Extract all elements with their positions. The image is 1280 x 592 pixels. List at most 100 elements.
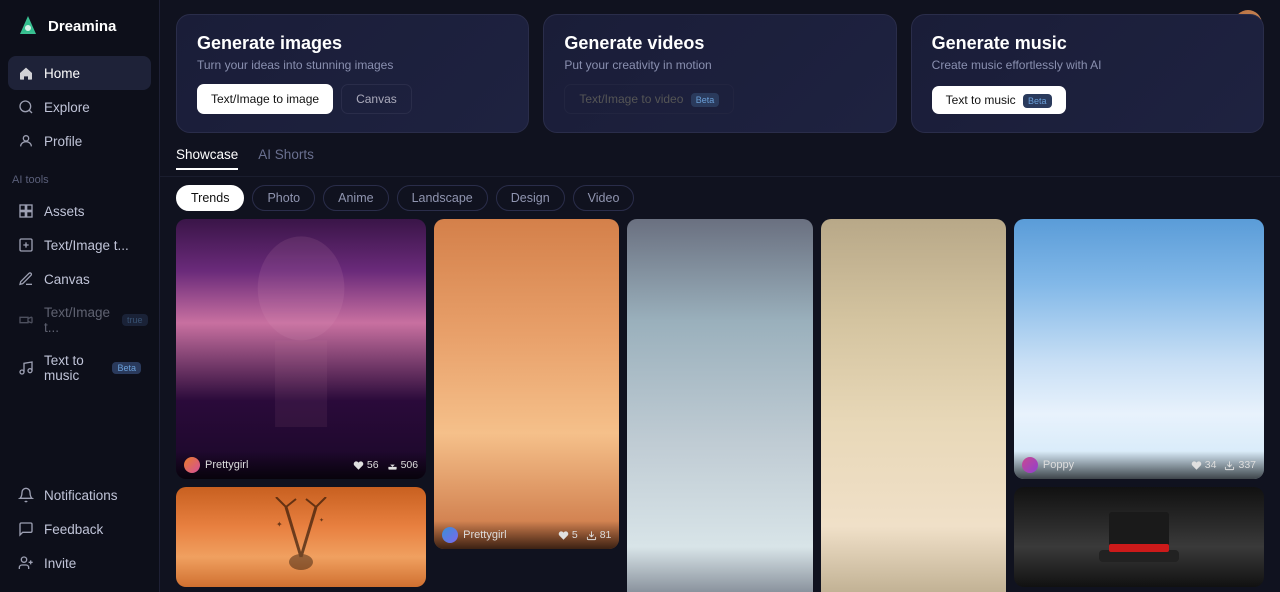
svg-text:✦: ✦: [276, 520, 283, 529]
anime-girl-user: Poppy: [1022, 457, 1074, 473]
robot-girl-overlay: Prettygirl 56 506: [176, 451, 426, 479]
invite-icon: [18, 555, 34, 571]
sidebar-item-assets[interactable]: Assets: [8, 194, 151, 228]
video-beta-tag: Beta: [691, 93, 720, 107]
anime-girl-likes: 34: [1191, 459, 1217, 471]
robot-girl-likes: 56: [353, 459, 379, 471]
grid-item-deer[interactable]: ✦ ✦: [176, 487, 426, 587]
hero-music-btns: Text to music Beta: [932, 86, 1243, 114]
robot-girl-downloads: 506: [387, 459, 419, 471]
cat-bike-likes: 5: [558, 529, 578, 541]
filter-video[interactable]: Video: [573, 185, 635, 211]
heart-icon: [353, 460, 364, 471]
hero-videos-desc: Put your creativity in motion: [564, 58, 875, 72]
deer-art: ✦ ✦: [271, 497, 331, 577]
textimage-icon2: [18, 312, 34, 328]
download-icon5: [1224, 460, 1235, 471]
download-icon: [387, 460, 398, 471]
beta-badge-music: Beta: [112, 362, 141, 374]
text-to-music-button[interactable]: Text to music Beta: [932, 86, 1066, 114]
sidebar-item-text-to-music[interactable]: Text to music Beta: [8, 344, 151, 392]
grid-item-tiger[interactable]: elamenoor 46 502: [821, 219, 1006, 592]
app-name: Dreamina: [48, 18, 116, 35]
tools-nav: Assets Text/Image t... Canvas Text/Image…: [0, 190, 159, 396]
sidebar-item-notifications[interactable]: Notifications: [8, 478, 151, 512]
filter-design[interactable]: Design: [496, 185, 565, 211]
anime-girl-overlay: Poppy 34 337: [1014, 451, 1264, 479]
hero-card-music: Generate music Create music effortlessly…: [911, 14, 1264, 133]
svg-text:✦: ✦: [319, 517, 324, 524]
explore-icon: [18, 99, 34, 115]
robot-girl-user: Prettygirl: [184, 457, 248, 473]
sidebar-item-canvas[interactable]: Canvas: [8, 262, 151, 296]
filter-trends[interactable]: Trends: [176, 185, 244, 211]
sidebar-item-feedback[interactable]: Feedback: [8, 512, 151, 546]
hero-section: Generate images Turn your ideas into stu…: [160, 0, 1280, 143]
music-icon: [18, 360, 34, 376]
sidebar-item-invite[interactable]: Invite: [8, 546, 151, 580]
anime-girl-downloads: 337: [1224, 459, 1256, 471]
sidebar-item-textimage2[interactable]: Text/Image t... true: [8, 296, 151, 344]
hero-music-desc: Create music effortlessly with AI: [932, 58, 1243, 72]
grid-col-0: Prettygirl 56 506: [176, 219, 426, 584]
main-nav: Home Explore Profile: [0, 52, 159, 162]
sidebar-item-profile[interactable]: Profile: [8, 124, 151, 158]
assets-icon: [18, 203, 34, 219]
hero-music-title: Generate music: [932, 33, 1243, 54]
grid-col-2: Lemon531 3 18: [627, 219, 812, 584]
filter-pills: Trends Photo Anime Landscape Design Vide…: [160, 177, 1280, 219]
filter-anime[interactable]: Anime: [323, 185, 388, 211]
download-icon2: [586, 530, 597, 541]
robot-girl-avatar: [184, 457, 200, 473]
tab-showcase[interactable]: Showcase: [176, 147, 238, 170]
tab-ai-shorts[interactable]: AI Shorts: [258, 147, 314, 170]
app-logo[interactable]: Dreamina: [0, 0, 159, 52]
grid-col-4: Poppy 34 337: [1014, 219, 1264, 584]
hero-card-images: Generate images Turn your ideas into stu…: [176, 14, 529, 133]
grid-item-bride[interactable]: Lemon531 3 18: [627, 219, 812, 592]
grid-item-anime-girl[interactable]: Poppy 34 337: [1014, 219, 1264, 479]
bottom-nav: Notifications Feedback Invite: [0, 474, 159, 592]
anime-girl-avatar: [1022, 457, 1038, 473]
cat-bike-stats: 5 81: [558, 529, 612, 541]
heart-icon5: [1191, 460, 1202, 471]
grid-item-cat-bike[interactable]: Prettygirl 5 81: [434, 219, 619, 549]
text-image-to-video-button[interactable]: Text/Image to video Beta: [564, 84, 734, 114]
heart-icon2: [558, 530, 569, 541]
cat-bike-overlay: Prettygirl 5 81: [434, 521, 619, 549]
anime-girl-stats: 34 337: [1191, 459, 1256, 471]
hat-art: [1099, 502, 1179, 572]
sidebar-item-explore[interactable]: Explore: [8, 90, 151, 124]
grid-item-hat[interactable]: [1014, 487, 1264, 587]
cat-bike-downloads: 81: [586, 529, 612, 541]
filter-landscape[interactable]: Landscape: [397, 185, 488, 211]
bell-icon: [18, 487, 34, 503]
home-icon: [18, 65, 34, 81]
hero-videos-btns: Text/Image to video Beta: [564, 84, 875, 114]
sidebar-item-textimage[interactable]: Text/Image t...: [8, 228, 151, 262]
image-grid: Prettygirl 56 506: [160, 219, 1280, 592]
music-beta-tag: Beta: [1023, 94, 1052, 108]
sidebar-item-home[interactable]: Home: [8, 56, 151, 90]
cat-bike-user: Prettygirl: [442, 527, 506, 543]
grid-col-3: elamenoor 46 502: [821, 219, 1006, 584]
cat-bike-avatar: [442, 527, 458, 543]
hero-videos-title: Generate videos: [564, 33, 875, 54]
text-image-to-image-button[interactable]: Text/Image to image: [197, 84, 333, 114]
feedback-icon: [18, 521, 34, 537]
robot-girl-stats: 56 506: [353, 459, 418, 471]
grid-item-robot-girl[interactable]: Prettygirl 56 506: [176, 219, 426, 479]
filter-photo[interactable]: Photo: [252, 185, 315, 211]
hero-images-btns: Text/Image to image Canvas: [197, 84, 508, 114]
grid-col-1: Prettygirl 5 81: [434, 219, 619, 584]
ai-tools-label: AI tools: [0, 162, 159, 190]
canvas-button[interactable]: Canvas: [341, 84, 412, 114]
main-content: 0 Generate images Turn your ideas into s…: [160, 0, 1280, 592]
hero-images-title: Generate images: [197, 33, 508, 54]
beta-badge-textimage2: true: [122, 314, 148, 326]
content-tabs: Showcase AI Shorts: [160, 143, 1280, 177]
logo-icon: [16, 14, 40, 38]
hero-card-videos: Generate videos Put your creativity in m…: [543, 14, 896, 133]
textimage-icon: [18, 237, 34, 253]
canvas-icon: [18, 271, 34, 287]
